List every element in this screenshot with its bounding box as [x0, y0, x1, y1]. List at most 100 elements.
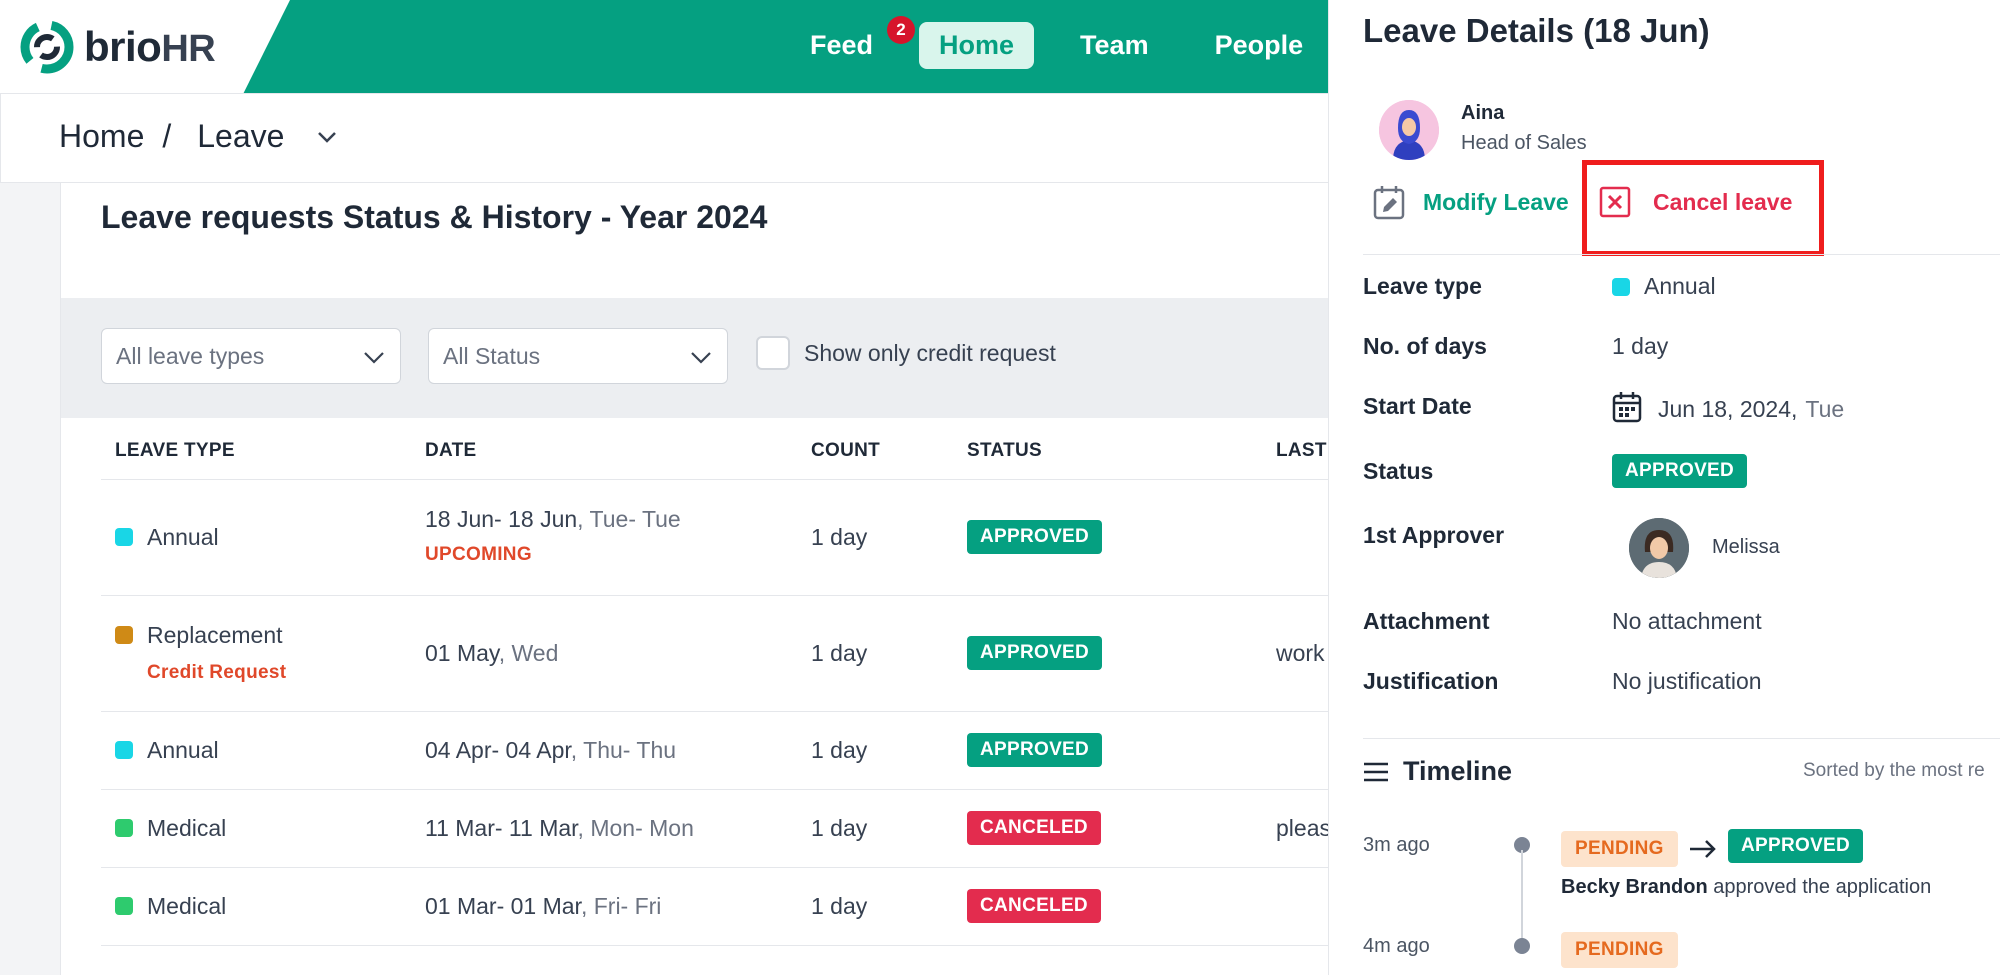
credit-request-label: Credit Request — [147, 662, 287, 683]
table-header: LEAVE TYPE DATE COUNT STATUS LAST — [101, 418, 1351, 480]
approver-label: 1st Approver — [1363, 522, 1505, 548]
table-row[interactable]: Medical 01 Mar- 01 Mar, Fri- Fri 1 day C… — [101, 868, 1351, 946]
status-badge: APPROVED — [967, 520, 1103, 554]
brio-logo-icon — [20, 20, 74, 74]
breadcrumb-bar: Home / Leave — [0, 93, 1340, 183]
user-avatar-icon — [1379, 100, 1439, 160]
timeline-dot — [1514, 938, 1530, 954]
count-cell: 1 day — [811, 893, 868, 919]
count-cell: 1 day — [811, 815, 868, 841]
col-status[interactable]: STATUS — [967, 440, 1042, 462]
status-select-value: All Status — [443, 342, 541, 369]
leave-type-cell: Medical — [115, 893, 226, 920]
status-pending-badge: PENDING — [1561, 932, 1678, 968]
justification-label: Justification — [1363, 668, 1499, 694]
modify-leave-button[interactable]: Modify Leave — [1373, 184, 1569, 220]
leave-type-cell: Medical — [115, 815, 226, 842]
date-cell: 01 Mar- 01 Mar, Fri- Fri — [425, 893, 662, 919]
page-title: Leave requests Status & History - Year 2… — [101, 199, 768, 235]
justification-value: No justification — [1612, 668, 1762, 694]
credit-request-filter[interactable]: Show only credit request — [756, 336, 1056, 370]
filter-bar: All leave types All Status Show only cre… — [61, 298, 1351, 418]
leave-color-dot — [115, 897, 133, 915]
start-date-label: Start Date — [1363, 393, 1472, 419]
status-badge: APPROVED — [967, 733, 1103, 767]
leave-type-cell: Annual — [115, 524, 219, 551]
status-badge: APPROVED — [1612, 454, 1748, 488]
attachment-value: No attachment — [1612, 608, 1762, 634]
approver-avatar-icon — [1629, 518, 1689, 578]
list-icon — [1364, 762, 1388, 781]
table-row[interactable]: Replacement Credit Request 01 May, Wed 1… — [101, 596, 1351, 712]
count-cell: 1 day — [811, 524, 868, 550]
cancel-leave-button[interactable]: Cancel leave — [1599, 186, 1792, 218]
status-select[interactable]: All Status — [428, 328, 728, 384]
main-nav: Feed 2 Home Team People — [790, 16, 1349, 69]
col-last[interactable]: LAST — [1276, 440, 1327, 462]
leave-history-card: Leave requests Status & History - Year 2… — [60, 183, 1351, 975]
logo-container: brioHR — [0, 0, 290, 93]
status-pending-badge: PENDING — [1561, 831, 1678, 867]
breadcrumb-current[interactable]: Leave — [197, 118, 284, 155]
notification-badge: 2 — [887, 16, 916, 44]
arrow-right-icon — [1690, 840, 1716, 858]
divider — [1363, 738, 2000, 739]
count-cell: 1 day — [811, 640, 868, 666]
timeline-description: Becky Brandon approved the application — [1561, 876, 1932, 898]
table-row[interactable]: Medical 11 Mar- 11 Mar, Mon- Mon 1 day C… — [101, 790, 1351, 868]
credit-request-checkbox[interactable] — [756, 336, 790, 370]
date-cell: 18 Jun- 18 Jun, Tue- Tue — [425, 506, 681, 532]
breadcrumb-separator: / — [162, 118, 172, 154]
calendar-icon — [1612, 391, 1642, 422]
user-name: Aina — [1461, 102, 1505, 124]
divider — [1363, 254, 2000, 255]
chevron-down-icon — [364, 352, 384, 364]
last-cell: pleas — [1276, 815, 1331, 841]
nav-item-team[interactable]: Team — [1060, 22, 1169, 69]
chevron-down-icon[interactable] — [316, 126, 338, 148]
timeline-time: 3m ago — [1363, 834, 1430, 856]
leave-type-label: Leave type — [1363, 273, 1482, 299]
timeline-time: 4m ago — [1363, 935, 1430, 957]
col-leave-type[interactable]: LEAVE TYPE — [115, 440, 235, 462]
sort-label[interactable]: Sorted by the most re — [1803, 760, 1985, 782]
leave-type-cell: Replacement — [115, 622, 283, 649]
status-badge: CANCELED — [967, 889, 1101, 923]
leave-color-dot — [115, 741, 133, 759]
leave-color-dot — [115, 626, 133, 644]
count-cell: 1 day — [811, 737, 868, 763]
status-label: Status — [1363, 458, 1434, 484]
cancel-x-icon — [1599, 186, 1631, 218]
days-value: 1 day — [1612, 333, 1669, 359]
leave-type-select-value: All leave types — [116, 342, 265, 369]
breadcrumb-home[interactable]: Home — [59, 118, 144, 155]
leave-color-dot — [115, 819, 133, 837]
brio-hr-logo[interactable]: brioHR — [18, 18, 216, 76]
approver-name: Melissa — [1712, 536, 1780, 558]
nav-item-feed[interactable]: Feed 2 — [790, 16, 916, 69]
table-row[interactable]: Annual 04 Apr- 04 Apr, Thu- Thu 1 day AP… — [101, 712, 1351, 790]
leave-details-panel: Leave Details (18 Jun) Aina Head of Sale… — [1328, 0, 2000, 975]
upcoming-label: UPCOMING — [425, 544, 532, 565]
timeline-header: Timeline — [1363, 756, 1512, 787]
attachment-label: Attachment — [1363, 608, 1490, 634]
col-date[interactable]: DATE — [425, 440, 477, 462]
user-role: Head of Sales — [1461, 132, 1587, 154]
last-cell: work — [1276, 640, 1325, 666]
leave-type-value: Annual — [1612, 273, 1716, 300]
date-cell: 01 May, Wed — [425, 640, 559, 666]
status-approved-badge: APPROVED — [1728, 829, 1864, 863]
date-cell: 04 Apr- 04 Apr, Thu- Thu — [425, 737, 677, 763]
chevron-down-icon — [691, 352, 711, 364]
approver-avatar[interactable] — [1629, 518, 1689, 578]
start-date-value: Jun 18, 2024, Tue — [1612, 390, 1844, 423]
date-cell: 11 Mar- 11 Mar, Mon- Mon — [425, 815, 694, 841]
col-count[interactable]: COUNT — [811, 440, 880, 462]
leave-type-select[interactable]: All leave types — [101, 328, 401, 384]
table-row[interactable]: Annual 18 Jun- 18 Jun, Tue- Tue UPCOMING… — [101, 480, 1351, 596]
breadcrumb: Home / Leave — [59, 118, 338, 155]
avatar[interactable] — [1379, 100, 1439, 160]
logo-text: brioHR — [84, 23, 216, 70]
nav-item-home[interactable]: Home — [919, 22, 1035, 69]
nav-item-people[interactable]: People — [1195, 22, 1324, 69]
